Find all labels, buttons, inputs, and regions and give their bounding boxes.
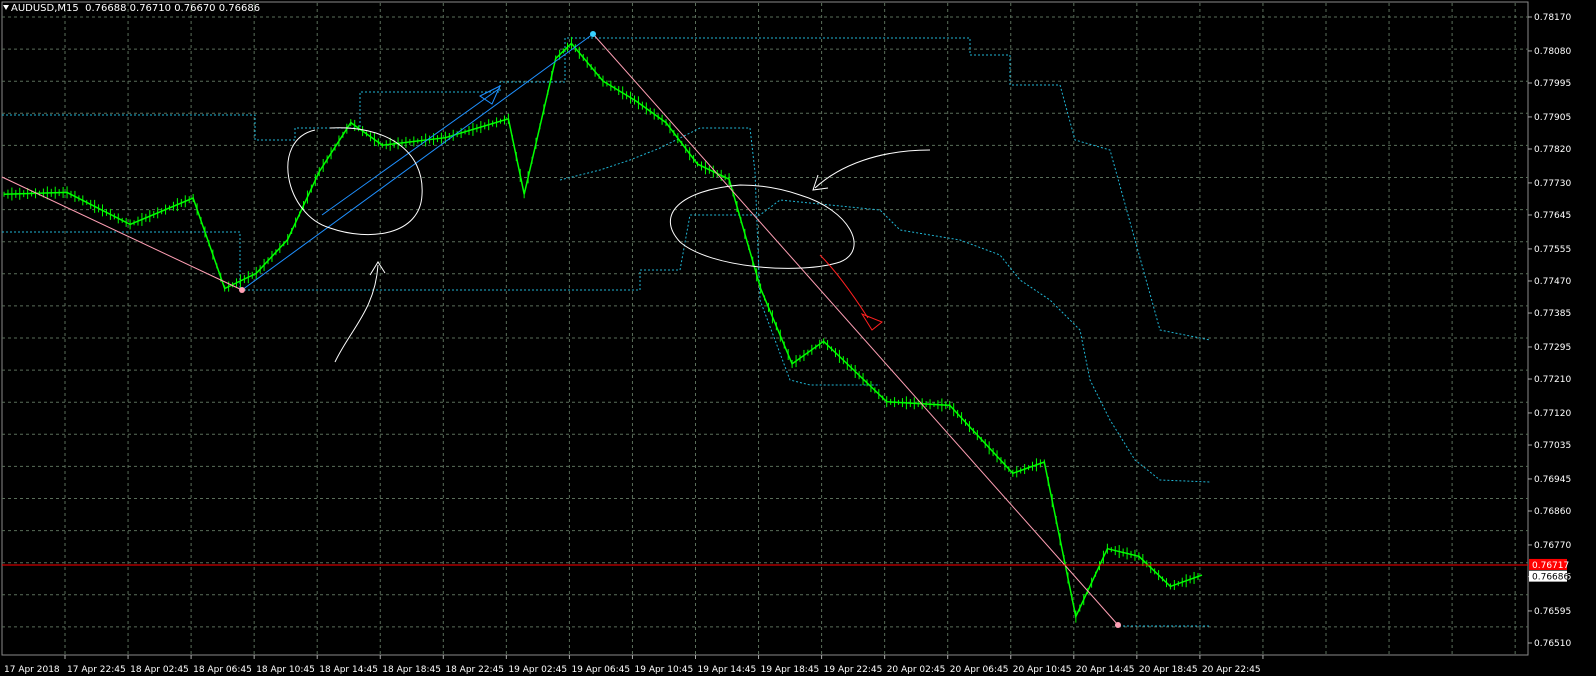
price-axis: 0.78170 0.78080 0.77995 0.77905 0.77820 0.777… [1528,13,1571,649]
price-tick-label: 0.76860 [1534,507,1571,517]
price-tick-label: 0.76510 [1534,639,1571,649]
time-tick-label: 19 Apr 02:45 [508,665,567,675]
time-tick-label: 18 Apr 22:45 [445,665,504,675]
time-tick-label: 19 Apr 10:45 [635,665,694,675]
ask-price-label: 0.76717 [1532,561,1569,571]
price-tick-label: 0.77295 [1534,343,1571,353]
time-tick-label: 19 Apr 06:45 [571,665,630,675]
time-tick-label: 20 Apr 18:45 [1139,665,1198,675]
price-tick-label: 0.77820 [1534,145,1571,155]
time-tick-label: 20 Apr 14:45 [1076,665,1135,675]
price-tick-label: 0.77995 [1534,79,1571,89]
time-tick-label: 19 Apr 14:45 [698,665,757,675]
price-tick-label: 0.77035 [1534,441,1571,451]
price-tick-label: 0.77385 [1534,309,1571,319]
chart[interactable]: 0.78170 0.78080 0.77995 0.77905 0.77820 0.777… [0,0,1596,676]
price-tick-label: 0.76595 [1534,607,1571,617]
time-tick-label: 20 Apr 10:45 [1013,665,1072,675]
time-axis: 17 Apr 2018 17 Apr 22:45 18 Apr 02:45 18 Ap… [4,655,1264,675]
anchor-point-high [590,31,596,37]
time-tick-label: 18 Apr 10:45 [256,665,315,675]
price-tick-label: 0.77210 [1534,375,1571,385]
price-tick-label: 0.77645 [1534,211,1571,221]
price-tick-label: 0.77730 [1534,179,1571,189]
price-tick-label: 0.78080 [1534,47,1571,57]
price-tick-label: 0.77470 [1534,277,1571,287]
time-tick-label: 19 Apr 22:45 [824,665,883,675]
time-tick-label: 18 Apr 18:45 [382,665,441,675]
time-tick-label: 20 Apr 02:45 [887,665,946,675]
bid-price-label: 0.76686 [1532,573,1569,583]
price-tick-label: 0.77905 [1534,113,1571,123]
anchor-point-low [239,287,245,293]
time-tick-label: 18 Apr 02:45 [130,665,189,675]
collapse-triangle-icon[interactable] [3,5,9,10]
price-tick-label: 0.77555 [1534,245,1571,255]
time-tick-label: 20 Apr 06:45 [950,665,1009,675]
chart-border [1,1,1529,656]
time-tick-label: 17 Apr 2018 [4,665,60,675]
price-tick-label: 0.78170 [1534,13,1571,23]
time-tick-label: 20 Apr 22:45 [1202,665,1261,675]
time-tick-label: 18 Apr 06:45 [193,665,252,675]
chart-header: AUDUSD,M15 0.76688 0.76710 0.76670 0.766… [3,3,260,14]
time-tick-label: 17 Apr 22:45 [67,665,126,675]
time-tick-label: 19 Apr 18:45 [761,665,820,675]
price-tick-label: 0.76945 [1534,475,1571,485]
symbol-timeframe: AUDUSD,M15 [11,3,79,14]
time-tick-label: 18 Apr 14:45 [319,665,378,675]
price-tick-label: 0.77120 [1534,409,1571,419]
ohlc-values: 0.76688 0.76710 0.76670 0.76686 [85,3,261,14]
price-tick-label: 0.76770 [1534,541,1571,551]
anchor-point-end [1115,622,1121,628]
